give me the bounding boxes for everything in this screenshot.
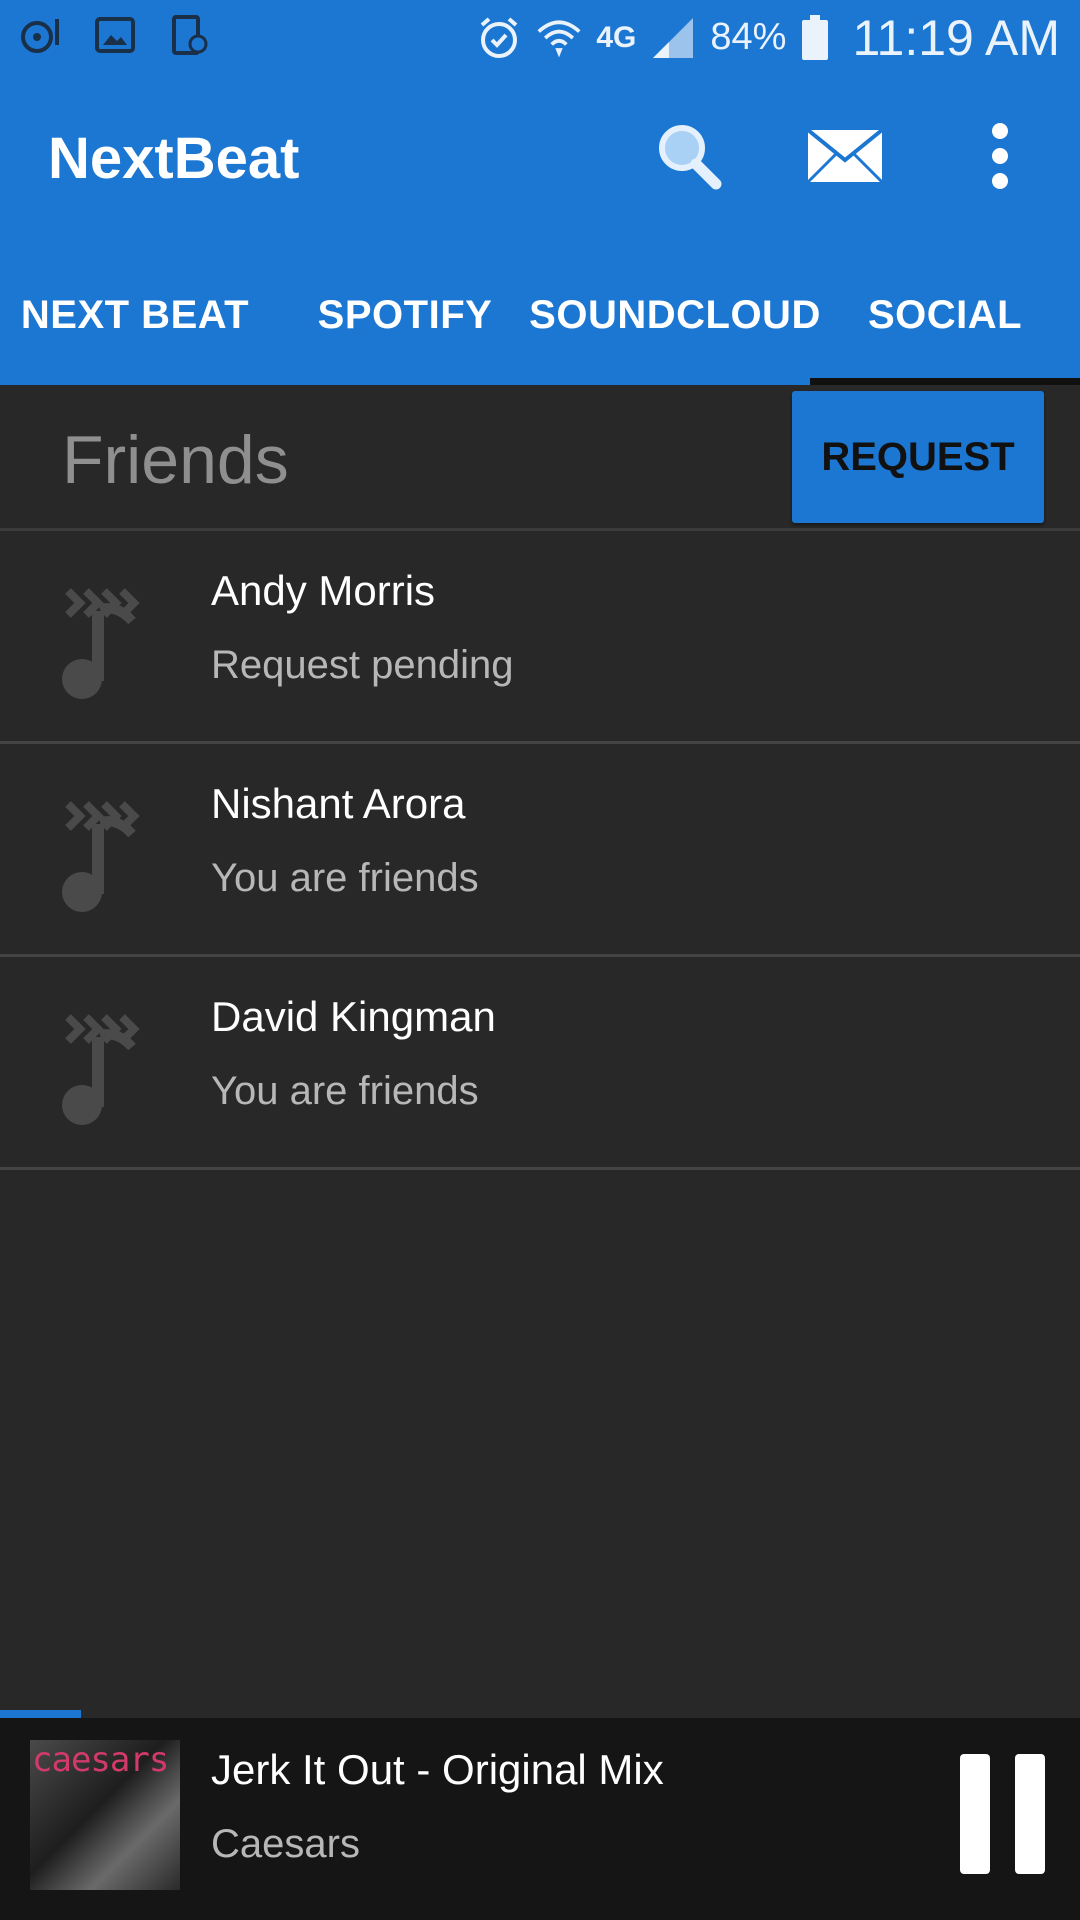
friend-status: Request pending	[211, 643, 514, 687]
network-type: 4G	[596, 20, 637, 54]
wifi-icon	[536, 15, 582, 61]
clock: 11:19 AM	[852, 9, 1060, 66]
search-button[interactable]	[645, 113, 735, 203]
more-vert-icon	[988, 121, 1012, 196]
friend-list: Andy Morris Request pending Nishant Aror…	[0, 531, 1080, 1170]
playback-progress-fill	[0, 1710, 81, 1718]
friend-name: David Kingman	[211, 993, 496, 1040]
battery-icon	[800, 14, 830, 61]
track-artist: Caesars	[211, 1822, 360, 1866]
list-item[interactable]: Andy Morris Request pending	[0, 531, 1080, 744]
tab-social[interactable]: SOCIAL	[810, 245, 1080, 385]
app-title: NextBeat	[48, 126, 300, 191]
section-title: Friends	[62, 422, 289, 498]
friends-header: Friends REQUEST	[0, 385, 1080, 531]
alarm-icon	[476, 15, 522, 61]
album-art-text: caesars	[32, 1740, 169, 1780]
list-item[interactable]: Nishant Arora You are friends	[0, 744, 1080, 957]
friend-status: You are friends	[211, 856, 479, 900]
pause-button[interactable]	[955, 1754, 1050, 1876]
gallery-icon	[92, 12, 138, 58]
album-art: caesars	[30, 1740, 180, 1890]
tab-next-beat[interactable]: NEXT BEAT	[0, 245, 270, 385]
music-player-icon	[18, 12, 64, 58]
tab-soundcloud[interactable]: SOUNDCLOUD	[529, 245, 820, 385]
signal-icon	[650, 15, 696, 61]
friend-status: You are friends	[211, 1069, 479, 1113]
battery-percent: 84%	[710, 16, 787, 58]
screen-rotation-icon	[166, 12, 212, 58]
tab-spotify[interactable]: SPOTIFY	[270, 245, 540, 385]
status-bar: 4G 84% 11:19 AM	[0, 0, 1080, 75]
overflow-menu-button[interactable]	[955, 113, 1045, 203]
tab-bar: NEXT BEAT SPOTIFY SOUNDCLOUD SOCIAL	[0, 245, 1080, 385]
music-note-icon	[60, 581, 156, 701]
search-icon	[652, 118, 728, 199]
selected-tab-indicator	[810, 378, 1080, 385]
request-button[interactable]: REQUEST	[792, 391, 1044, 523]
playback-progress-bar[interactable]	[0, 1710, 1080, 1718]
friend-name: Andy Morris	[211, 567, 436, 614]
messages-button[interactable]	[800, 113, 890, 203]
friend-name: Nishant Arora	[211, 780, 466, 827]
mail-icon	[806, 127, 884, 189]
list-item[interactable]: David Kingman You are friends	[0, 957, 1080, 1170]
app-bar: NextBeat	[0, 75, 1080, 245]
music-note-icon	[60, 1007, 156, 1127]
music-note-icon	[60, 794, 156, 914]
track-title: Jerk It Out - Original Mix	[211, 1746, 664, 1793]
mini-player[interactable]: caesars Jerk It Out - Original Mix Caesa…	[0, 1718, 1080, 1920]
